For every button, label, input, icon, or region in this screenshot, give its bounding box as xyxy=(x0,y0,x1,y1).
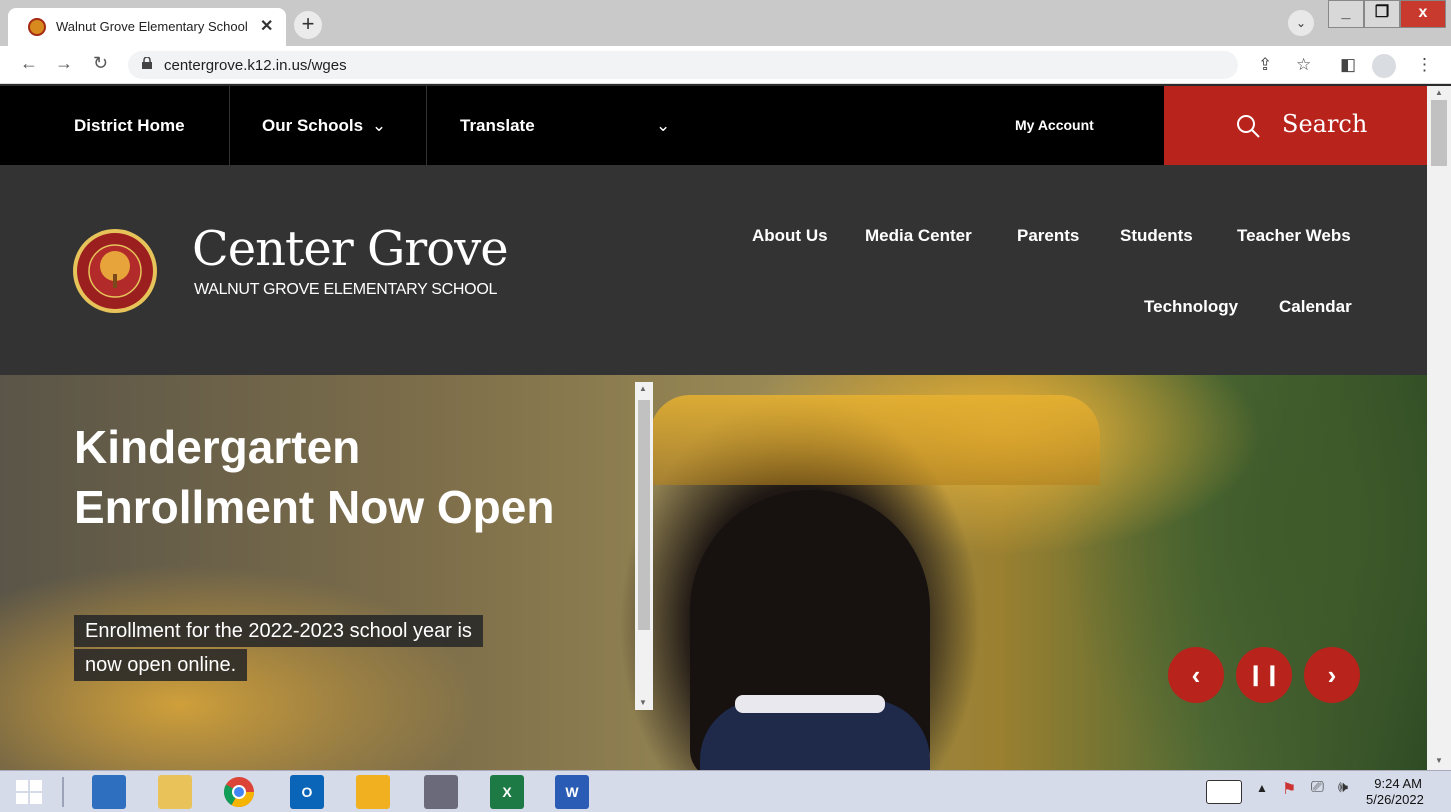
student-photo xyxy=(735,695,885,713)
nav-teacher-webs[interactable]: Teacher Webs xyxy=(1237,226,1351,246)
pause-slideshow-button[interactable]: ❙❙ xyxy=(1236,647,1292,703)
scroll-up-icon[interactable]: ▲ xyxy=(1435,88,1443,97)
translate-dropdown[interactable]: Translate xyxy=(460,86,535,165)
chevron-down-icon: ⌄ xyxy=(371,116,387,135)
translate-chevron-icon[interactable]: ⌄ xyxy=(656,86,670,165)
nav-about-us[interactable]: About Us xyxy=(752,226,828,246)
hero-description-line: now open online. xyxy=(74,649,248,681)
network-icon[interactable]: ⎚ xyxy=(1311,779,1324,797)
taskbar-divider xyxy=(62,777,64,807)
show-hidden-icons-icon[interactable]: ▲ xyxy=(1256,781,1268,795)
remote-desktop-icon[interactable] xyxy=(92,775,126,809)
word-icon[interactable]: W xyxy=(555,775,589,809)
url-omnibox[interactable]: centergrove.k12.in.us/wges xyxy=(128,51,1238,79)
next-slide-button[interactable]: › xyxy=(1304,647,1360,703)
search-label: Search xyxy=(1282,110,1368,138)
district-home-link[interactable]: District Home xyxy=(74,86,185,165)
browser-menu-icon[interactable]: ⋮ xyxy=(1416,55,1433,75)
tab-title: Walnut Grove Elementary School xyxy=(56,19,248,34)
app-shortcut-icon[interactable] xyxy=(424,775,458,809)
school-logo-icon[interactable] xyxy=(72,228,158,314)
site-header: Center Grove WALNUT GROVE ELEMENTARY SCH… xyxy=(0,165,1427,375)
window-minimize-button[interactable]: _ xyxy=(1328,0,1364,28)
nav-media-center[interactable]: Media Center xyxy=(865,226,972,246)
school-bus-photo xyxy=(650,395,1100,485)
url-text: centergrove.k12.in.us/wges xyxy=(164,57,347,74)
back-arrow-icon[interactable]: ← xyxy=(20,53,38,74)
school-subtitle: WALNUT GROVE ELEMENTARY SCHOOL xyxy=(194,281,498,298)
forward-arrow-icon[interactable]: → xyxy=(55,53,73,74)
our-schools-menu[interactable]: Our Schools ⌄ xyxy=(262,86,386,165)
hero-description-line: Enrollment for the 2022-2023 school year… xyxy=(74,615,483,647)
scroll-down-icon[interactable]: ▼ xyxy=(1435,756,1443,765)
hero-title: Kindergarten Enrollment Now Open xyxy=(74,421,555,533)
scroll-up-icon[interactable]: ▲ xyxy=(639,384,647,393)
reload-icon[interactable]: ↻ xyxy=(93,53,108,74)
nav-technology[interactable]: Technology xyxy=(1144,297,1238,317)
our-schools-label: Our Schools xyxy=(262,116,364,135)
browser-tab-strip: Walnut Grove Elementary School ✕ + ⌄ _ ❐… xyxy=(0,0,1451,46)
hero-slideshow: Kindergarten Enrollment Now Open Enrollm… xyxy=(0,375,1427,770)
previous-slide-button[interactable]: ‹ xyxy=(1168,647,1224,703)
nav-calendar[interactable]: Calendar xyxy=(1279,297,1352,317)
file-explorer-icon[interactable] xyxy=(158,775,192,809)
window-close-button[interactable]: x xyxy=(1400,0,1446,28)
outlook-icon[interactable]: O xyxy=(290,775,324,809)
new-tab-button[interactable]: + xyxy=(294,11,322,39)
translate-label: Translate xyxy=(460,116,535,135)
school-favicon-icon xyxy=(28,18,46,36)
windows-start-icon[interactable] xyxy=(16,780,42,804)
windows-taskbar: O X W ▲ ⚑ ⎚ 🕪 9:24 AM 5/26/2022 xyxy=(0,770,1451,812)
taskbar-clock[interactable]: 9:24 AM 5/26/2022 xyxy=(1366,776,1424,808)
scrollbar-thumb[interactable] xyxy=(638,400,650,630)
tab-close-icon[interactable]: ✕ xyxy=(260,16,273,36)
keyboard-icon[interactable] xyxy=(1206,780,1242,804)
volume-icon[interactable]: 🕪 xyxy=(1338,779,1348,797)
nav-students[interactable]: Students xyxy=(1120,226,1193,246)
brand-name[interactable]: Center Grove xyxy=(192,221,509,277)
page-scrollbar[interactable]: ▲ ▼ xyxy=(1427,86,1451,770)
share-icon[interactable]: ⇪ xyxy=(1258,55,1272,75)
my-account-link[interactable]: My Account xyxy=(1015,86,1094,165)
page-scrollbar-thumb[interactable] xyxy=(1431,100,1447,166)
site-top-bar: District Home Our Schools ⌄ Translate ⌄ … xyxy=(0,86,1427,165)
nav-parents[interactable]: Parents xyxy=(1017,226,1079,246)
chrome-icon[interactable] xyxy=(222,775,256,809)
address-bar: ← → ↻ centergrove.k12.in.us/wges ⇪ ☆ ◧ ⋮ xyxy=(0,46,1451,84)
search-button[interactable]: Search xyxy=(1164,86,1427,165)
profile-avatar-icon[interactable] xyxy=(1372,54,1396,78)
clock-time: 9:24 AM xyxy=(1374,776,1422,791)
side-panel-icon[interactable]: ◧ xyxy=(1340,55,1356,75)
search-icon xyxy=(1237,115,1260,138)
tab-search-chevron-icon[interactable]: ⌄ xyxy=(1288,10,1314,36)
excel-icon[interactable]: X xyxy=(490,775,524,809)
top-divider xyxy=(426,86,427,165)
app-shortcut-icon[interactable] xyxy=(356,775,390,809)
bookmark-star-icon[interactable]: ☆ xyxy=(1296,55,1311,75)
lock-icon xyxy=(142,57,152,69)
action-center-flag-icon[interactable]: ⚑ xyxy=(1282,779,1296,799)
clock-date: 5/26/2022 xyxy=(1366,792,1424,807)
hero-text-scrollbar[interactable]: ▲ ▼ xyxy=(635,382,653,710)
browser-tab[interactable]: Walnut Grove Elementary School ✕ xyxy=(8,8,286,46)
window-maximize-button[interactable]: ❐ xyxy=(1364,0,1400,28)
top-divider xyxy=(229,86,230,165)
scroll-down-icon[interactable]: ▼ xyxy=(639,698,647,707)
